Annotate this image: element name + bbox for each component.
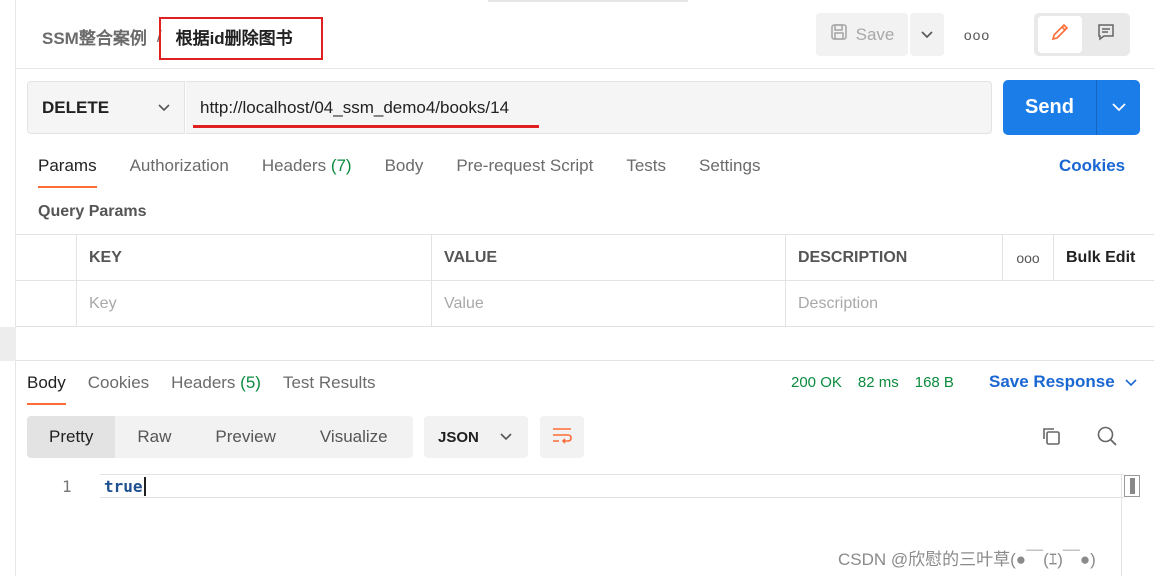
url-value: http://localhost/04_ssm_demo4/books/14 <box>200 97 510 117</box>
editor-scrollbar-track <box>1121 474 1122 576</box>
save-button[interactable]: Save <box>816 13 908 56</box>
copy-button[interactable] <box>1036 424 1066 452</box>
response-status[interactable]: 200 OK <box>791 374 842 391</box>
chevron-down-icon <box>1111 99 1126 117</box>
response-tab-headers[interactable]: Headers (5) <box>171 373 261 407</box>
key-input[interactable]: Key <box>76 281 431 327</box>
edit-mode-button[interactable] <box>1038 16 1082 53</box>
pane-resize-handle[interactable] <box>0 327 16 361</box>
view-pretty[interactable]: Pretty <box>27 416 116 458</box>
tab-params[interactable]: Params <box>38 156 97 190</box>
send-button[interactable]: Send <box>1003 80 1096 135</box>
chevron-down-icon <box>500 430 512 448</box>
headers-count: (7) <box>330 156 352 175</box>
cookies-link[interactable]: Cookies <box>1059 156 1125 176</box>
view-mode-toggle <box>1034 13 1130 56</box>
comment-icon <box>1096 22 1116 47</box>
view-raw[interactable]: Raw <box>115 416 193 458</box>
comments-button[interactable] <box>1086 16 1126 53</box>
request-header: SSM整合案例 / 根据id删除图书 Save ooo <box>16 0 1154 69</box>
column-options-button[interactable]: ooo <box>1002 235 1053 281</box>
table-row: Key Value Description <box>16 281 1154 327</box>
tab-body[interactable]: Body <box>385 156 424 190</box>
response-headers-count: (5) <box>240 373 261 392</box>
chevron-down-icon <box>158 100 170 120</box>
pencil-icon <box>1050 22 1070 47</box>
line-number: 1 <box>62 477 72 496</box>
format-select[interactable]: JSON <box>424 416 528 458</box>
wrap-lines-button[interactable] <box>540 416 584 458</box>
save-response-button[interactable]: Save Response <box>989 372 1137 392</box>
chevron-down-icon <box>1125 372 1137 392</box>
value-input[interactable]: Value <box>431 281 785 327</box>
save-response-label: Save Response <box>989 372 1115 391</box>
annotation-highlight-box <box>159 17 323 60</box>
watermark: CSDN @欣慰的三叶草(●￣(ｴ)￣●) <box>838 550 1096 569</box>
send-button-group: Send <box>1003 80 1140 135</box>
tab-authorization[interactable]: Authorization <box>130 156 229 190</box>
response-meta: 200 OK 82 ms 168 B <box>791 374 954 391</box>
tab-pre-request-script[interactable]: Pre-request Script <box>456 156 593 190</box>
left-gutter <box>0 0 16 576</box>
response-tab-cookies[interactable]: Cookies <box>88 373 149 407</box>
bulk-edit-button[interactable]: Bulk Edit <box>1053 235 1154 281</box>
format-value: JSON <box>438 428 479 446</box>
response-size[interactable]: 168 B <box>915 374 954 391</box>
wrap-lines-icon <box>551 426 573 449</box>
response-tab-test-results[interactable]: Test Results <box>283 373 376 407</box>
response-body-text[interactable]: true <box>104 477 146 496</box>
column-value: VALUE <box>431 235 785 281</box>
request-tabs: Params Authorization Headers (7) Body Pr… <box>38 156 793 190</box>
query-params-title: Query Params <box>38 203 147 220</box>
copy-icon <box>1040 425 1062 452</box>
tab-tests[interactable]: Tests <box>626 156 666 190</box>
breadcrumb-collection[interactable]: SSM整合案例 <box>42 24 147 49</box>
column-key: KEY <box>76 235 431 281</box>
http-method-value: DELETE <box>42 97 110 117</box>
save-icon <box>830 23 848 46</box>
save-label: Save <box>855 24 895 44</box>
search-button[interactable] <box>1092 424 1122 452</box>
response-tab-body[interactable]: Body <box>27 373 66 407</box>
response-time[interactable]: 82 ms <box>858 374 899 391</box>
column-description: DESCRIPTION <box>785 235 1002 281</box>
tab-headers[interactable]: Headers (7) <box>262 156 352 190</box>
save-dropdown-button[interactable] <box>910 13 944 56</box>
search-icon <box>1096 425 1118 452</box>
http-method-select[interactable]: DELETE <box>27 81 185 134</box>
table-header-row: KEY VALUE DESCRIPTION ooo Bulk Edit <box>16 235 1154 281</box>
query-params-table: KEY VALUE DESCRIPTION ooo Bulk Edit Key … <box>16 234 1154 327</box>
editor-scrollbar-thumb[interactable] <box>1124 475 1140 497</box>
send-dropdown-button[interactable] <box>1097 80 1140 135</box>
description-input[interactable]: Description <box>785 281 1154 327</box>
view-preview[interactable]: Preview <box>193 416 297 458</box>
more-actions-button[interactable]: ooo <box>960 20 994 50</box>
response-tabs: Body Cookies Headers (5) Test Results <box>27 373 398 407</box>
code-line-highlight <box>100 474 1124 498</box>
view-visualize[interactable]: Visualize <box>298 416 410 458</box>
response-view-selector: Pretty Raw Preview Visualize <box>27 416 413 458</box>
annotation-underline <box>193 125 539 128</box>
tab-settings[interactable]: Settings <box>699 156 760 190</box>
response-divider <box>16 360 1154 361</box>
chevron-down-icon <box>921 26 933 44</box>
